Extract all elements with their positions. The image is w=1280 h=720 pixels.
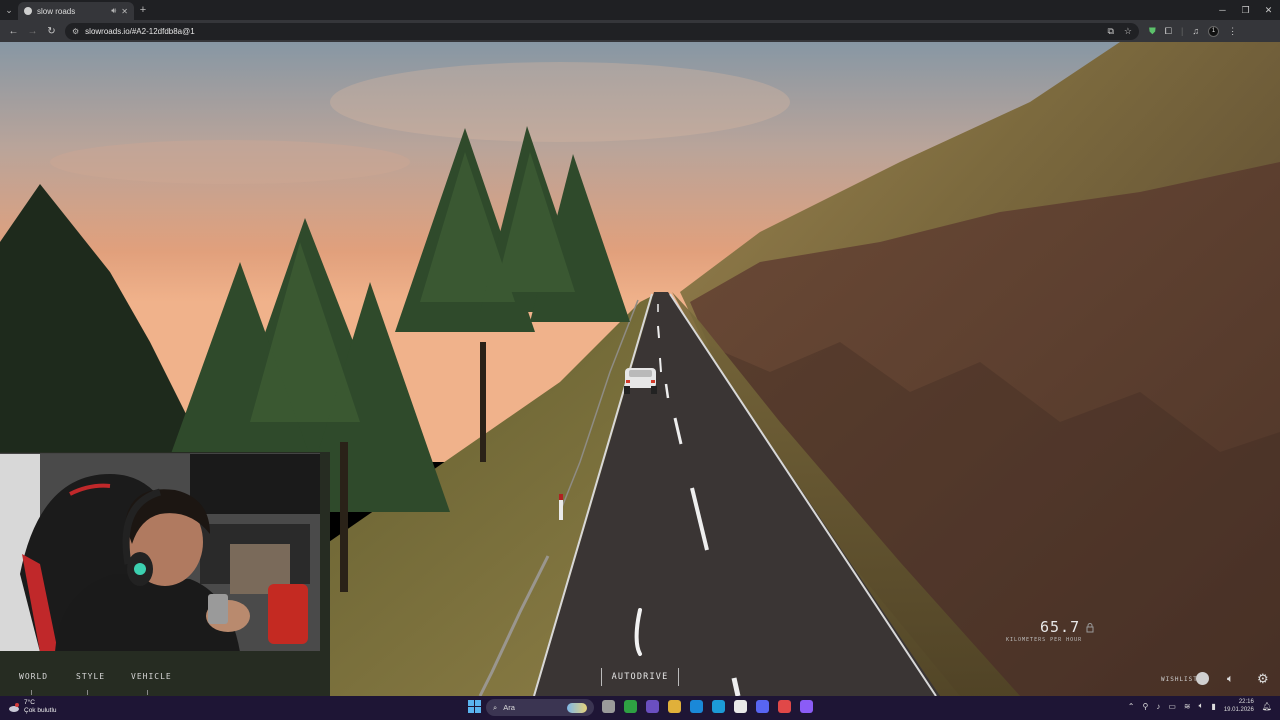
network-icon[interactable]: ⚲ (1142, 702, 1148, 711)
steam-icon[interactable] (1196, 672, 1209, 685)
browser-tab[interactable]: slow roads 🔊︎ ✕ (18, 2, 134, 20)
discord-icon[interactable] (756, 700, 769, 713)
windows-taskbar: 7°C Çok bulutlu ⌕ Ara ⌃ ⚲ ♪ ▭ ≋ 🔈︎ ▮ 22:… (0, 696, 1280, 720)
address-bar[interactable]: ⚙ slowroads.io/#A2-12dfdb8a@1 ⧉ ☆ (65, 22, 1139, 40)
mic-icon[interactable]: ♪ (1156, 702, 1160, 711)
streamer-webcam-image (0, 454, 320, 651)
volume-icon[interactable]: 🔈︎ (1227, 673, 1234, 686)
tab-close-icon[interactable]: ✕ (121, 7, 128, 16)
clock-time: 22:16 (1238, 699, 1254, 705)
app-icon-teams[interactable] (646, 700, 659, 713)
weather-widget[interactable]: 7°C Çok bulutlu (8, 699, 57, 714)
settings-icon[interactable]: ⚙ (1257, 671, 1269, 687)
task-view-icon[interactable] (602, 700, 615, 713)
taskbar-search[interactable]: ⌕ Ara (486, 699, 594, 716)
tab-title: slow roads (37, 6, 76, 16)
search-placeholder: Ara (503, 703, 515, 712)
app-icon-green[interactable] (624, 700, 637, 713)
app-icon-red[interactable] (778, 700, 791, 713)
search-icon: ⌕ (493, 702, 498, 712)
clock-date: 19.01.2026 (1223, 707, 1254, 713)
favicon-icon (24, 7, 32, 15)
file-explorer-icon[interactable] (668, 700, 681, 713)
site-info-icon[interactable]: ⚙ (72, 27, 79, 36)
extensions-area: ⛊ ⧠ | ♫ 1 ⋮ (1149, 25, 1237, 37)
divider: | (1180, 26, 1184, 36)
weather-temperature: 7°C (24, 699, 35, 706)
cast-icon[interactable]: ⧉ (1107, 26, 1113, 37)
browser-toolbar: ← → ↻ ⚙ slowroads.io/#A2-12dfdb8a@1 ⧉ ☆ … (0, 20, 1280, 42)
new-tab-button[interactable]: + (134, 4, 152, 16)
reload-icon[interactable]: ↻ (42, 26, 61, 37)
menu-style-button[interactable]: STYLE (76, 672, 105, 681)
notification-icon[interactable]: 🔔︎ (1262, 702, 1272, 711)
back-icon[interactable]: ← (4, 26, 23, 37)
weather-description: Çok bulutlu (24, 706, 57, 714)
forward-icon[interactable]: → (23, 26, 42, 37)
speedometer-unit: KILOMETERS PER HOUR (1006, 637, 1083, 643)
app-icon-purple[interactable] (800, 700, 813, 713)
tick-mark (87, 690, 88, 695)
wifi-icon[interactable]: ≋ (1184, 702, 1191, 711)
audio-playing-icon[interactable]: 🔊︎ (111, 6, 116, 16)
window-controls: ─ ❐ ✕ (1211, 0, 1280, 20)
tray-chevron-icon[interactable]: ⌃ (1128, 702, 1135, 711)
chrome-icon[interactable] (734, 700, 747, 713)
search-highlight-icon (567, 702, 587, 713)
menu-vehicle-button[interactable]: VEHICLE (131, 672, 172, 681)
lock-icon[interactable] (1086, 623, 1094, 633)
webcam-overlay (0, 453, 320, 651)
close-window-icon[interactable]: ✕ (1257, 0, 1280, 20)
edge-icon[interactable] (712, 700, 725, 713)
battery-icon[interactable]: ▮ (1211, 702, 1215, 711)
browser-tab-strip: ⌄ slow roads 🔊︎ ✕ + ─ ❐ ✕ (0, 0, 1280, 20)
tab-search-icon[interactable]: ⌄ (0, 0, 18, 20)
tick-mark (147, 690, 148, 695)
extensions-puzzle-icon[interactable]: ⧠ (1165, 26, 1172, 37)
speaker-icon[interactable]: 🔈︎ (1199, 701, 1204, 711)
menu-world-button[interactable]: WORLD (19, 672, 48, 681)
bookmark-star-icon[interactable]: ☆ (1124, 26, 1132, 37)
display-icon[interactable]: ▭ (1168, 702, 1176, 711)
menu-kebab-icon[interactable]: ⋮ (1228, 26, 1237, 37)
shield-extension-icon[interactable]: ⛊ (1149, 26, 1156, 37)
cloud-weather-icon (8, 701, 20, 713)
tick-mark (31, 690, 32, 695)
pinned-apps (602, 700, 813, 713)
windows-start-icon[interactable] (468, 700, 481, 713)
profile-avatar[interactable]: 1 (1208, 25, 1220, 37)
minimize-icon[interactable]: ─ (1211, 0, 1234, 20)
system-tray: ⌃ ⚲ ♪ ▭ ≋ 🔈︎ ▮ 22:16 19.01.2026 🔔︎ (1128, 698, 1272, 714)
screen: ⌄ slow roads 🔊︎ ✕ + ─ ❐ ✕ ← → ↻ ⚙ slowro… (0, 0, 1280, 720)
store-icon[interactable] (690, 700, 703, 713)
url-text: slowroads.io/#A2-12dfdb8a@1 (85, 26, 195, 36)
media-control-icon[interactable]: ♫ (1192, 26, 1199, 36)
wishlist-link[interactable]: WISHLIST (1161, 676, 1198, 683)
speedometer-value: 65.7 (1040, 618, 1081, 636)
clock[interactable]: 22:16 19.01.2026 (1224, 698, 1254, 714)
maximize-icon[interactable]: ❐ (1234, 0, 1257, 20)
autodrive-button[interactable]: AUTODRIVE (601, 668, 679, 686)
